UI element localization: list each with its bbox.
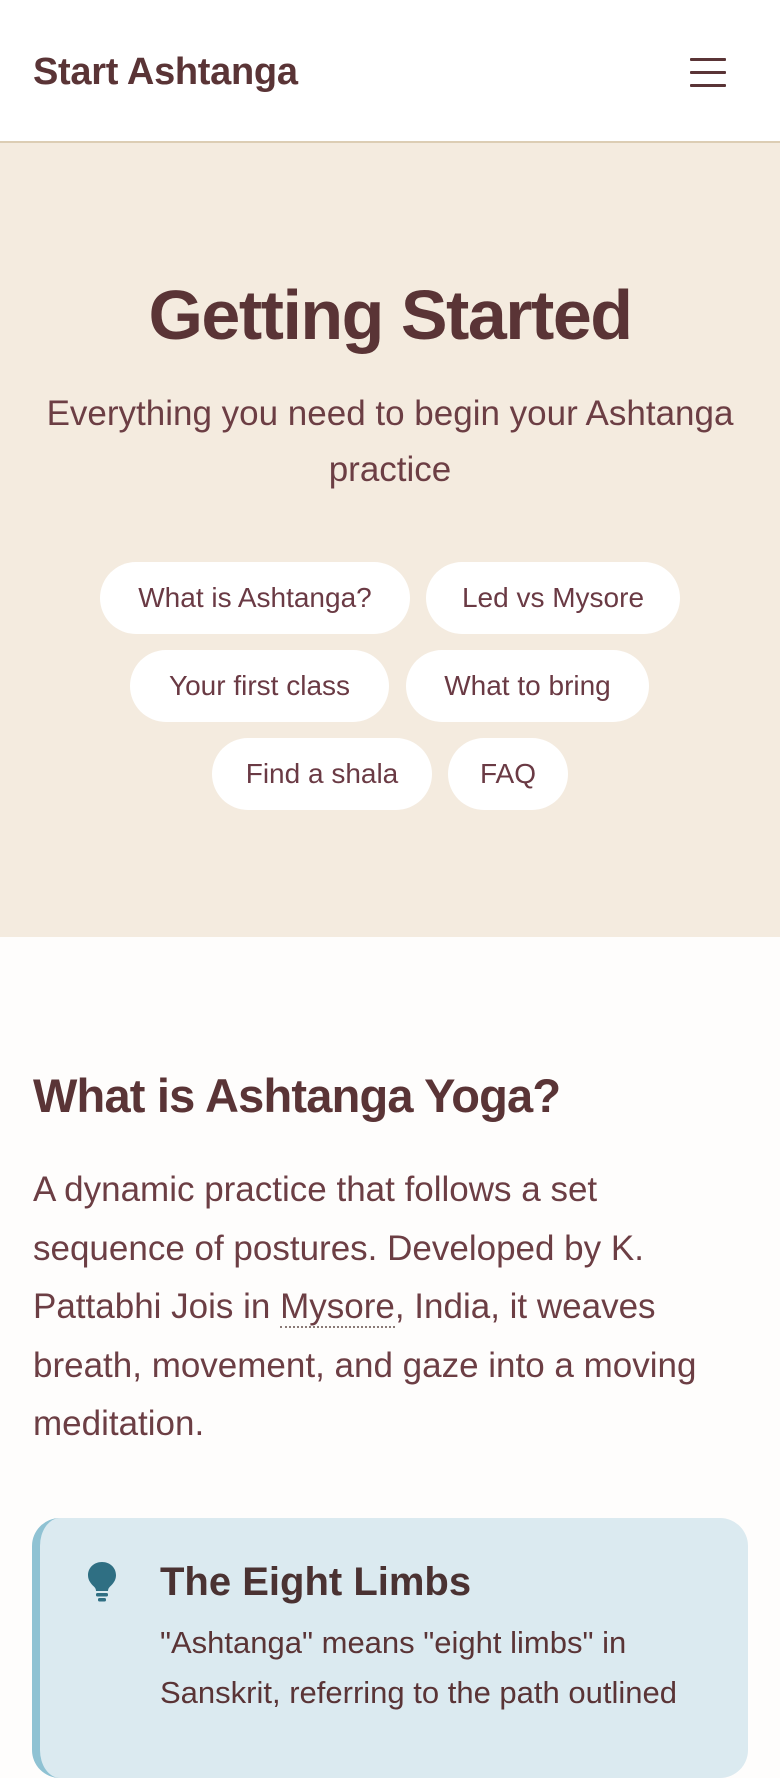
pill-led-vs-mysore[interactable]: Led vs Mysore [426, 562, 680, 634]
menu-line [690, 58, 726, 61]
mysore-term-link[interactable]: Mysore [280, 1287, 395, 1328]
site-header: Start Ashtanga [0, 0, 780, 143]
pill-faq[interactable]: FAQ [448, 738, 568, 810]
pill-find-a-shala[interactable]: Find a shala [212, 738, 432, 810]
menu-line [690, 71, 726, 74]
eight-limbs-callout: The Eight Limbs "Ashtanga" means "eight … [32, 1518, 748, 1778]
hamburger-menu-icon[interactable] [680, 50, 736, 94]
hero-section: Getting Started Everything you need to b… [0, 143, 780, 937]
page-title: Getting Started [148, 276, 633, 354]
pill-what-is-ashtanga[interactable]: What is Ashtanga? [100, 562, 410, 634]
pill-your-first-class[interactable]: Your first class [130, 650, 389, 722]
pill-what-to-bring[interactable]: What to bring [406, 650, 649, 722]
lightbulb-icon [88, 1562, 116, 1602]
menu-line [690, 84, 726, 87]
page-subtitle: Everything you need to begin your Ashtan… [46, 394, 734, 489]
section-title: What is Ashtanga Yoga? [33, 1069, 561, 1122]
brand-logo[interactable]: Start Ashtanga [33, 47, 298, 97]
callout-text: "Ashtanga" means "eight limbs" in Sanskr… [160, 1625, 677, 1710]
callout-title: The Eight Limbs [160, 1560, 472, 1604]
section-paragraph: A dynamic practice that follows a set se… [33, 1161, 745, 1454]
